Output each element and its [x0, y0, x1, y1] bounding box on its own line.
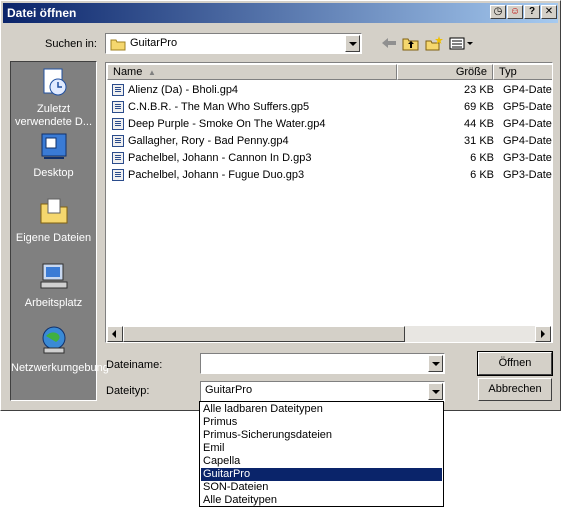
dropdown-option[interactable]: Emil [201, 442, 442, 455]
desktop-icon [41, 133, 66, 159]
file-icon [112, 101, 124, 113]
table-row[interactable]: Pachelbel, Johann - Fugue Duo.gp3 6 KB G… [112, 167, 552, 184]
up-folder-icon[interactable] [401, 35, 421, 51]
place-recent[interactable]: Zuletzt verwendete D... [11, 66, 96, 129]
column-header-name[interactable]: Name ▲ [107, 64, 397, 80]
place-desktop[interactable]: Desktop [11, 130, 96, 180]
folder-icon [110, 39, 126, 51]
network-icon [42, 326, 65, 354]
place-network[interactable]: Netzwerkumgebung [11, 324, 109, 375]
table-row[interactable]: Pachelbel, Johann - Cannon In D.gp3 6 KB… [112, 150, 552, 167]
place-label: Zuletzt verwendete D... [14, 103, 93, 128]
filetype-value: GuitarPro [205, 384, 253, 396]
filetype-dropdown-list[interactable]: Alle ladbaren Dateitypen Primus Primus-S… [199, 401, 444, 507]
chevron-down-icon[interactable] [428, 383, 443, 400]
sort-arrow-icon: ▲ [148, 68, 156, 77]
places-bar: Zuletzt verwendete D... Desktop Eigene D… [10, 61, 109, 401]
dropdown-option[interactable]: Primus-Sicherungsdateien [201, 429, 442, 442]
file-icon [112, 84, 124, 96]
title-bar[interactable]: Datei öffnen ◷ ☺ ? ✕ [3, 3, 558, 23]
window-title: Datei öffnen [7, 6, 77, 20]
table-row[interactable]: Gallagher, Rory - Bad Penny.gp4 31 KB GP… [112, 133, 552, 150]
scroll-thumb[interactable] [123, 326, 405, 342]
place-label: Desktop [33, 167, 74, 179]
open-button[interactable]: Öffnen [477, 351, 553, 376]
look-in-label: Suchen in: [45, 38, 97, 50]
file-icon [112, 118, 124, 130]
clock-icon[interactable]: ◷ [490, 5, 506, 19]
horizontal-scrollbar[interactable] [107, 326, 551, 342]
dropdown-option[interactable]: Capella [201, 455, 442, 468]
column-header-type[interactable]: Typ [493, 64, 552, 80]
dropdown-option[interactable]: Alle ladbaren Dateitypen [201, 403, 442, 416]
recent-documents-icon [43, 68, 66, 96]
view-menu-icon[interactable] [448, 35, 474, 51]
look-in-combo[interactable]: GuitarPro [105, 33, 362, 54]
place-my-computer[interactable]: Arbeitsplatz [11, 260, 96, 310]
look-in-value: GuitarPro [130, 37, 178, 49]
filename-label: Dateiname: [106, 359, 163, 371]
file-icon [112, 169, 124, 181]
dropdown-option[interactable]: Primus [201, 416, 442, 429]
help-button[interactable]: ? [524, 5, 540, 19]
place-label: Arbeitsplatz [24, 297, 83, 309]
file-icon [112, 152, 124, 164]
table-row[interactable]: Alienz (Da) - Bholi.gp4 23 KB GP4-Datei [112, 82, 552, 99]
place-my-documents[interactable]: Eigene Dateien [11, 195, 96, 245]
back-arrow-icon[interactable] [379, 35, 399, 51]
app-icon[interactable]: ☺ [507, 5, 523, 19]
dropdown-option[interactable]: Alle Dateitypen [201, 494, 442, 507]
scroll-right-button[interactable] [535, 326, 551, 342]
chevron-down-icon[interactable] [345, 35, 360, 52]
chevron-left-icon [112, 330, 116, 338]
chevron-right-icon [541, 330, 545, 338]
place-label: Netzwerkumgebung [11, 362, 109, 374]
filename-combo[interactable] [200, 353, 445, 374]
table-row[interactable]: Deep Purple - Smoke On The Water.gp4 44 … [112, 116, 552, 133]
filetype-combo[interactable]: GuitarPro [200, 381, 445, 402]
my-documents-icon [40, 198, 67, 224]
close-button[interactable]: ✕ [541, 5, 557, 19]
chevron-down-icon[interactable] [428, 355, 443, 372]
cancel-button[interactable]: Abbrechen [478, 378, 552, 401]
place-label: Eigene Dateien [15, 232, 92, 244]
scroll-left-button[interactable] [107, 326, 123, 342]
file-icon [112, 135, 124, 147]
open-file-dialog: Datei öffnen ◷ ☺ ? ✕ Suchen in: GuitarPr… [0, 0, 561, 411]
dropdown-option[interactable]: SON-Dateien [201, 481, 442, 494]
dropdown-option-selected[interactable]: GuitarPro [201, 468, 442, 481]
file-list[interactable]: Name ▲ Größe Typ Alienz (Da) - Bholi.gp4… [105, 62, 553, 343]
new-folder-icon[interactable] [424, 35, 444, 51]
table-row[interactable]: C.N.B.R. - The Man Who Suffers.gp5 69 KB… [112, 99, 552, 116]
filetype-label: Dateityp: [106, 385, 150, 397]
my-computer-icon [40, 263, 67, 289]
column-header-size[interactable]: Größe [397, 64, 493, 80]
